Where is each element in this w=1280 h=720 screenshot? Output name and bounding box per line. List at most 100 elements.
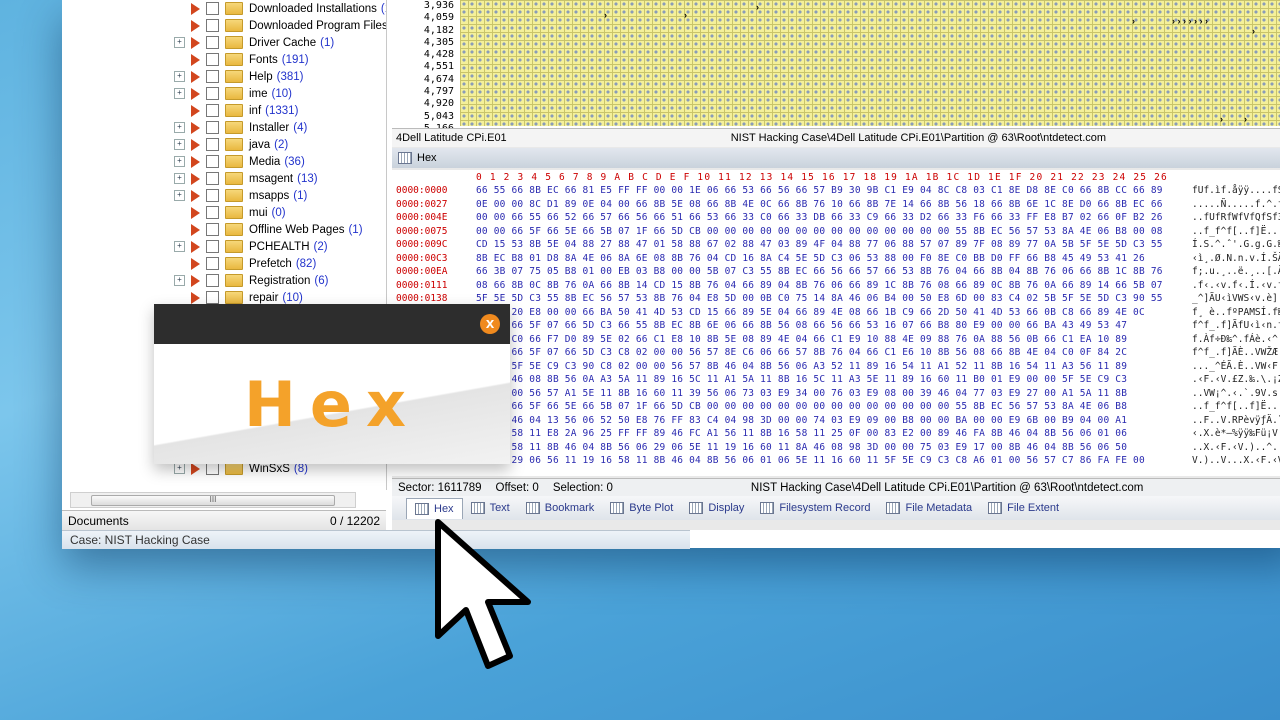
hex-row[interactable]: 08 66 8B 0C 8B 76 0A 66 8B 14 CD 15 8B 7… — [476, 279, 1186, 293]
scrollbar-thumb[interactable]: III — [91, 495, 335, 506]
tab-file-metadata[interactable]: File Metadata — [878, 498, 980, 518]
ascii-row[interactable]: ..VW¡^.‹.`.9V.s.é — [1192, 387, 1280, 401]
expand-icon[interactable]: + — [174, 88, 185, 99]
ascii-row[interactable]: f^f_.f]ÃÈ..VWŽÆ.fW — [1192, 346, 1280, 360]
expand-icon[interactable]: + — [174, 156, 185, 167]
expand-icon[interactable]: + — [174, 463, 185, 474]
item-checkbox[interactable] — [206, 240, 219, 253]
hex-row[interactable]: CD 15 53 8B 5E 04 88 27 88 47 01 58 88 6… — [476, 238, 1186, 252]
hex-row[interactable]: 66 55 66 8B EC 66 81 E5 FF FF 00 00 1E 0… — [476, 184, 1186, 198]
item-checkbox[interactable] — [206, 223, 219, 236]
tab-text[interactable]: Text — [463, 498, 518, 518]
ascii-row[interactable]: ‹.X.è*–%ÿÿ‰Fü¡V.‹ — [1192, 427, 1280, 441]
item-checkbox[interactable] — [206, 70, 219, 83]
item-checkbox[interactable] — [206, 138, 219, 151]
item-checkbox[interactable] — [206, 274, 219, 287]
hex-ascii[interactable]: fUf.ìf.åÿÿ....fSfV.....Ñ.....f.^.f.N..fU… — [1192, 184, 1280, 468]
expand-icon[interactable]: + — [174, 173, 185, 184]
hex-row[interactable]: 00 00 66 5F 66 5E 66 5B 07 1F 66 5D CB 0… — [476, 225, 1186, 239]
item-checkbox[interactable] — [206, 2, 219, 15]
item-checkbox[interactable] — [206, 121, 219, 134]
expand-icon[interactable]: + — [174, 139, 185, 150]
tab-display[interactable]: Display — [681, 498, 752, 518]
tree-item[interactable]: Downloaded Program Files( — [62, 17, 386, 34]
tree-item[interactable]: + Installer (4) — [62, 119, 307, 136]
item-checkbox[interactable] — [206, 53, 219, 66]
hex-row[interactable]: 66 3B 07 75 05 B8 01 00 EB 03 B8 00 00 5… — [476, 265, 1186, 279]
item-checkbox[interactable] — [206, 87, 219, 100]
ascii-row[interactable]: f^f_.f]ÃfU‹ì‹n.f‹V — [1192, 319, 1280, 333]
hex-row[interactable]: 56 06 29 06 56 11 19 16 58 11 8B 46 04 8… — [476, 454, 1186, 468]
ascii-row[interactable]: f¸ è..fºPAMSÍ.f‰^. — [1192, 306, 1280, 320]
item-checkbox[interactable] — [206, 291, 219, 304]
tree-item[interactable]: + Media (36) — [62, 153, 305, 170]
hex-bytes[interactable]: 66 55 66 8B EC 66 81 E5 FF FF 00 00 1E 0… — [476, 184, 1186, 468]
tree-item[interactable]: + Driver Cache (1) — [62, 34, 334, 51]
hex-row[interactable]: 66 5E 66 5F 07 66 5D C3 C8 02 00 00 56 5… — [476, 346, 1186, 360]
ascii-row[interactable]: fUf.ìf.åÿÿ....fSfV — [1192, 184, 1280, 198]
tree-item[interactable]: inf (1331) — [62, 102, 298, 119]
tree-item[interactable]: + PCHEALTH (2) — [62, 238, 328, 255]
tree-item[interactable]: + Help (381) — [62, 68, 304, 85]
hex-row[interactable]: 8B 16 58 11 E8 2A 96 25 FF FF 89 46 FC A… — [476, 427, 1186, 441]
item-checkbox[interactable] — [206, 172, 219, 185]
hex-row[interactable]: 11 8B 46 08 8B 56 0A A3 5A 11 89 16 5C 1… — [476, 373, 1186, 387]
ascii-row[interactable]: ..X.‹F.‹V.)..^... — [1192, 441, 1280, 455]
item-checkbox[interactable] — [206, 206, 219, 219]
ascii-row[interactable]: .....Ñ.....f.^.f.N — [1192, 198, 1280, 212]
tree-item[interactable]: Fonts (191) — [62, 51, 309, 68]
hex-row[interactable]: 66 5E 66 5F 07 66 5D C3 66 55 8B EC 8B 6… — [476, 319, 1186, 333]
ascii-row[interactable]: ..F..V.RPèvÿƒÄ.˜= — [1192, 414, 1280, 428]
expand-icon[interactable]: + — [174, 71, 185, 82]
tree-item[interactable]: + ime (10) — [62, 85, 292, 102]
hex-row[interactable]: 06 00 00 56 57 A1 5E 11 8B 16 60 11 39 5… — [476, 387, 1186, 401]
tab-filesystem-record[interactable]: Filesystem Record — [752, 498, 878, 518]
ascii-row[interactable]: V.)..V...X.‹F.‹V. — [1192, 454, 1280, 468]
expand-icon[interactable]: + — [174, 37, 185, 48]
hex-row[interactable]: 66 B8 20 E8 00 00 66 BA 50 41 4D 53 CD 1… — [476, 306, 1186, 320]
tree-horizontal-scrollbar[interactable]: III — [70, 492, 356, 508]
tree-item[interactable]: Downloaded Installations(1 — [62, 0, 386, 17]
item-checkbox[interactable] — [206, 36, 219, 49]
item-checkbox[interactable] — [206, 257, 219, 270]
item-checkbox[interactable] — [206, 19, 219, 32]
hex-row[interactable]: 8B EC B8 01 D8 8A 4E 06 8A 6E 08 8B 76 0… — [476, 252, 1186, 266]
hex-view[interactable]: 0 1 2 3 4 5 6 7 8 9 A B C D E F 10 11 12… — [392, 170, 1280, 476]
tab-byte-plot[interactable]: Byte Plot — [602, 498, 681, 518]
hex-row[interactable]: 5F 5E 5D C3 55 8B EC 56 57 53 8B 76 04 E… — [476, 292, 1186, 306]
expand-icon[interactable]: + — [174, 241, 185, 252]
ascii-row[interactable]: .f‹.‹v.f‹.Í.‹v.f‰ — [1192, 279, 1280, 293]
hex-row[interactable]: 11 16 58 11 8B 46 04 8B 56 06 29 06 5E 1… — [476, 441, 1186, 455]
item-checkbox[interactable] — [206, 189, 219, 202]
tree-item[interactable]: + java (2) — [62, 136, 288, 153]
ascii-row[interactable]: f.Àf÷Ð‰^.fÁè.‹^.‰N — [1192, 333, 1280, 347]
hex-row[interactable]: 00 00 66 5F 66 5E 66 5B 07 1F 66 5D CB 0… — [476, 400, 1186, 414]
hex-row[interactable]: 00 00 5F 5E C9 C3 90 C8 02 00 00 56 57 8… — [476, 360, 1186, 374]
item-checkbox[interactable] — [206, 155, 219, 168]
ascii-row[interactable]: ..fUfRfWfVfQfSf3Àf3 — [1192, 211, 1280, 225]
sector-grid[interactable]: › › › › › › › › › › › › › › — [460, 0, 1280, 126]
tab-bookmark[interactable]: Bookmark — [518, 498, 603, 518]
tree-item[interactable]: + msapps (1) — [62, 187, 307, 204]
tree-item[interactable]: Offline Web Pages (1) — [62, 221, 363, 238]
close-button[interactable]: x — [480, 314, 500, 334]
hex-row[interactable]: 0E 00 00 8C D1 89 0E 04 00 66 8B 5E 08 6… — [476, 198, 1186, 212]
ascii-row[interactable]: ..._^ÉÃ.È..VW‹F.‹V — [1192, 360, 1280, 374]
ascii-row[interactable]: Í.S.^.ˆ'.G.g.G.‰O. — [1192, 238, 1280, 252]
ascii-row[interactable]: ..f_f^f[..f]Ë..... — [1192, 400, 1280, 414]
hex-row[interactable]: 11 03 46 04 13 56 06 52 50 E8 76 FF 83 C… — [476, 414, 1186, 428]
expand-icon[interactable]: + — [174, 275, 185, 286]
ascii-row[interactable]: ..f_f^f[..f]Ë...... — [1192, 225, 1280, 239]
expand-icon[interactable]: + — [174, 122, 185, 133]
ascii-row[interactable]: .‹F.‹V.£Z.‰.\.¡Z. — [1192, 373, 1280, 387]
ascii-row[interactable]: f;.u.¸..ë.¸..[.ÃU‹ì — [1192, 265, 1280, 279]
tree-item[interactable]: + msagent (13) — [62, 170, 318, 187]
hex-row[interactable]: 00 00 66 55 66 52 66 57 66 56 66 51 66 5… — [476, 211, 1186, 225]
expand-icon[interactable]: + — [174, 190, 185, 201]
ascii-row[interactable]: _^]ÃU‹ìVWS‹v.è].. — [1192, 292, 1280, 306]
tree-item[interactable]: + Registration (6) — [62, 272, 328, 289]
ascii-row[interactable]: ‹ì¸.Ø.N.n.v.Í.ŠÄ^] — [1192, 252, 1280, 266]
tree-item[interactable]: Prefetch (82) — [62, 255, 316, 272]
tree-item[interactable]: mui (0) — [62, 204, 286, 221]
item-checkbox[interactable] — [206, 104, 219, 117]
